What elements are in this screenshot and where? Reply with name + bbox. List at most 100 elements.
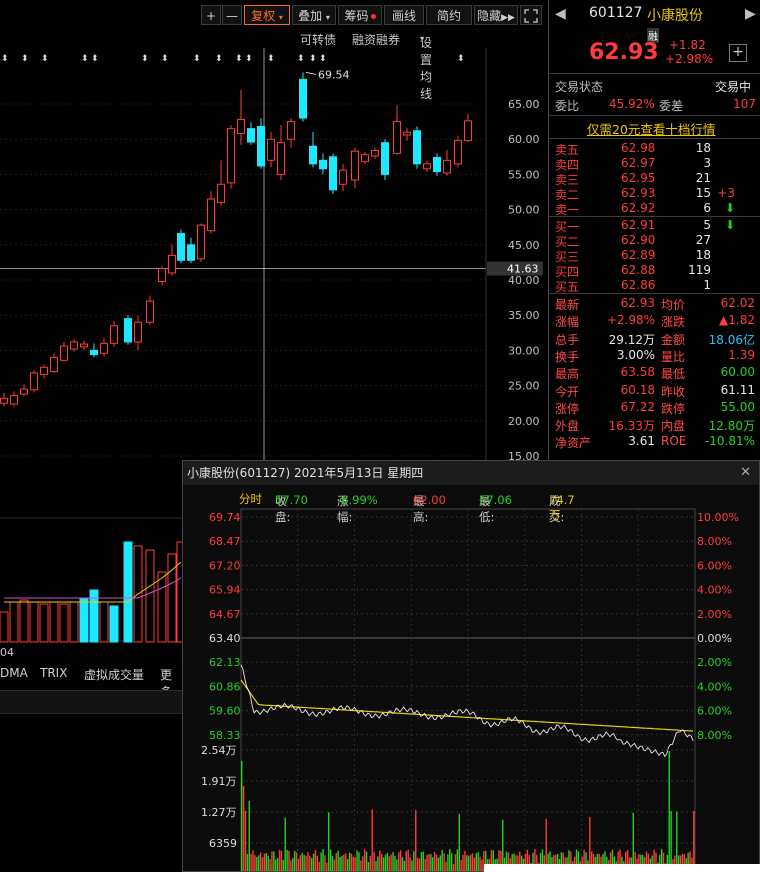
- event-marker-icon[interactable]: ⬍: [267, 54, 275, 64]
- candle[interactable]: [371, 147, 379, 159]
- volume-bar[interactable]: [157, 571, 167, 643]
- diejia-button[interactable]: 叠加 ▾: [292, 5, 336, 25]
- candle[interactable]: [237, 89, 245, 145]
- candle[interactable]: [443, 149, 451, 176]
- ask-row[interactable]: 卖五 62.98 18: [555, 141, 755, 157]
- event-marker-icon[interactable]: ⬍: [193, 54, 201, 64]
- candle[interactable]: [0, 392, 8, 407]
- ask-row[interactable]: 卖四 62.97 3: [555, 156, 755, 172]
- candle[interactable]: [454, 135, 462, 168]
- event-marker-icon[interactable]: ⬍: [91, 54, 99, 64]
- bid-row[interactable]: 买四 62.88 119: [555, 263, 755, 279]
- jianyue-button[interactable]: 简约: [426, 5, 472, 25]
- candle[interactable]: [90, 343, 98, 358]
- candle[interactable]: [403, 127, 411, 141]
- candle[interactable]: [423, 160, 431, 172]
- chouma-button[interactable]: 筹码: [338, 5, 382, 25]
- candle[interactable]: [197, 223, 205, 262]
- candle[interactable]: [60, 341, 68, 362]
- candle[interactable]: [329, 153, 337, 195]
- event-marker-icon[interactable]: ⬍: [235, 54, 243, 64]
- kline-chart[interactable]: 65.00 60.00 55.00 50.00 45.00 40.00 35.00 30.00…: [0, 48, 546, 460]
- volume-bar[interactable]: [59, 603, 69, 643]
- candle[interactable]: [146, 295, 154, 326]
- candle[interactable]: [381, 139, 389, 181]
- candle[interactable]: [207, 191, 215, 234]
- kezhuanzhai-link[interactable]: 可转债: [300, 31, 336, 48]
- candle[interactable]: [267, 132, 275, 168]
- candle[interactable]: [247, 122, 255, 145]
- volume-bar[interactable]: [29, 601, 39, 643]
- candle[interactable]: [319, 153, 327, 175]
- volume-chart[interactable]: [0, 460, 182, 650]
- candle[interactable]: [217, 160, 225, 206]
- volume-bar[interactable]: [39, 603, 49, 643]
- event-marker-icon[interactable]: ⬍: [309, 54, 317, 64]
- volume-bar[interactable]: [109, 605, 119, 643]
- ask-row[interactable]: 卖二 62.93 15 +3: [555, 186, 755, 202]
- volume-bar[interactable]: [99, 601, 109, 643]
- candle[interactable]: [100, 337, 108, 357]
- candle[interactable]: [277, 125, 285, 181]
- candle[interactable]: [110, 320, 118, 347]
- tab-trix[interactable]: TRIX: [40, 666, 67, 680]
- candle[interactable]: [257, 118, 265, 169]
- tab-virtual-volume[interactable]: 虚拟成交量: [84, 666, 144, 683]
- bid-row[interactable]: 买一 62.91 5 ⬇: [555, 218, 755, 234]
- bid-row[interactable]: 买二 62.90 27: [555, 233, 755, 249]
- candle[interactable]: [177, 229, 185, 264]
- volume-bar[interactable]: [19, 599, 29, 643]
- event-marker-icon[interactable]: ⬍: [41, 54, 49, 64]
- huaxian-button[interactable]: 画线: [384, 5, 424, 25]
- ask-row[interactable]: 卖一 62.92 6 ⬇: [555, 201, 755, 217]
- event-marker-icon[interactable]: ⬍: [141, 54, 149, 64]
- candle[interactable]: [309, 132, 317, 168]
- candle[interactable]: [464, 113, 472, 143]
- zoom-out-button[interactable]: —: [222, 5, 242, 25]
- candle[interactable]: [187, 237, 195, 264]
- event-marker-icon[interactable]: ⬍: [245, 54, 253, 64]
- ask-row[interactable]: 卖三 62.95 21: [555, 171, 755, 187]
- event-marker-icon[interactable]: ⬍: [81, 54, 89, 64]
- candle[interactable]: [433, 153, 441, 176]
- event-marker-icon[interactable]: ⬍: [21, 54, 29, 64]
- candle[interactable]: [339, 163, 347, 192]
- volume-bar[interactable]: [79, 597, 89, 643]
- volume-bar[interactable]: [145, 549, 155, 643]
- candle[interactable]: [299, 72, 307, 122]
- volume-bar[interactable]: [9, 601, 19, 643]
- add-watchlist-button[interactable]: +: [729, 44, 747, 62]
- event-marker-icon[interactable]: ⬍: [297, 54, 305, 64]
- intraday-chart[interactable]: 69.74 10.00% 68.47 8.00% 67.20 6.00% 65.94 4.00…: [183, 461, 759, 871]
- bid-row[interactable]: 买三 62.89 18: [555, 248, 755, 264]
- volume-bar[interactable]: [49, 601, 59, 643]
- candle[interactable]: [50, 353, 58, 373]
- fuquan-button[interactable]: 复权 ▾: [244, 5, 290, 25]
- zoom-in-button[interactable]: +: [201, 5, 221, 25]
- candle[interactable]: [158, 265, 166, 286]
- candle[interactable]: [30, 370, 38, 393]
- event-marker-icon[interactable]: ⬍: [457, 54, 465, 64]
- candle[interactable]: [124, 315, 132, 345]
- event-marker-icon[interactable]: ⬍: [319, 54, 327, 64]
- candle[interactable]: [361, 151, 369, 164]
- event-marker-icon[interactable]: ⬍: [1, 54, 9, 64]
- candle[interactable]: [287, 118, 295, 148]
- bid-row[interactable]: 买五 62.86 1: [555, 278, 755, 294]
- volume-bar[interactable]: [123, 541, 133, 643]
- fullscreen-button[interactable]: [520, 5, 542, 25]
- scrollbar-strip[interactable]: [0, 690, 182, 714]
- candle[interactable]: [227, 125, 235, 189]
- volume-bar[interactable]: [69, 601, 79, 643]
- candle[interactable]: [351, 147, 359, 189]
- candle[interactable]: [168, 244, 176, 276]
- prev-stock-icon[interactable]: ◀: [555, 6, 566, 22]
- volume-bar[interactable]: [0, 611, 9, 643]
- candle[interactable]: [40, 364, 48, 379]
- level2-banner-link[interactable]: 仅需20元查看十档行情: [587, 119, 715, 138]
- candle[interactable]: [10, 391, 18, 407]
- candle[interactable]: [413, 126, 421, 169]
- tab-dma[interactable]: DMA: [0, 666, 28, 680]
- candle[interactable]: [393, 105, 401, 155]
- candle[interactable]: [134, 315, 142, 351]
